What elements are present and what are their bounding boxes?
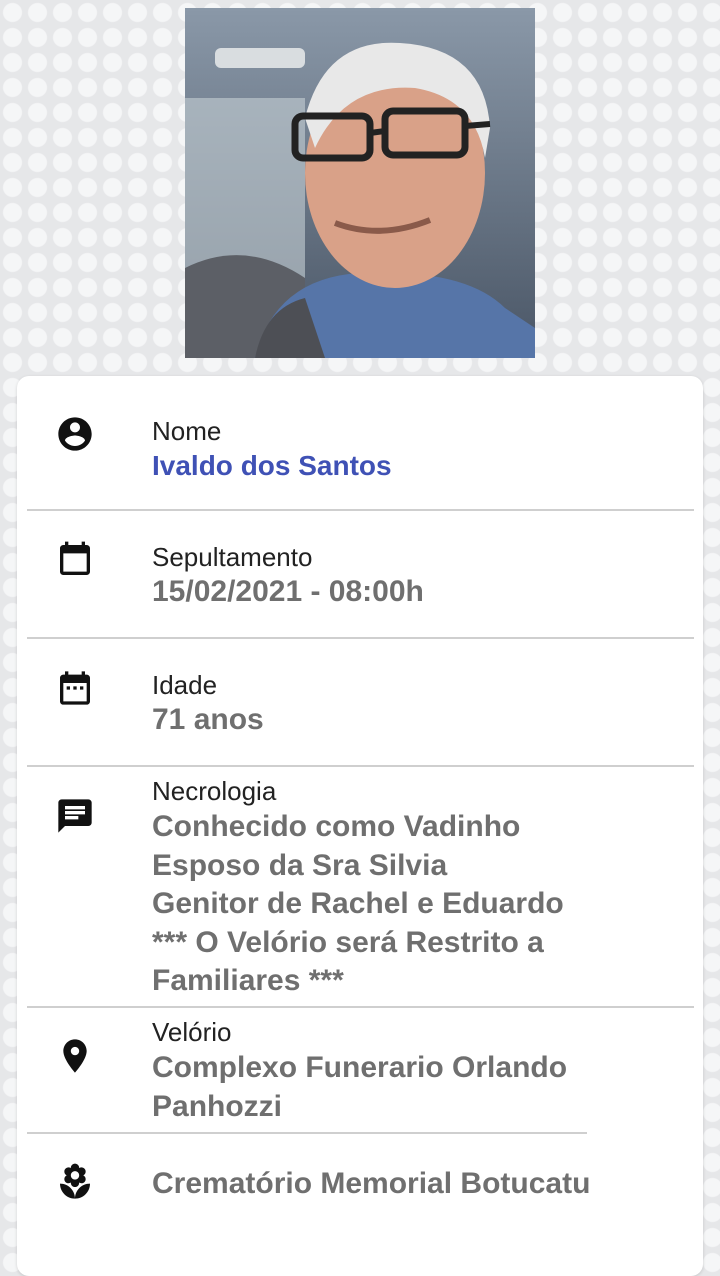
flower-icon: [55, 1162, 95, 1202]
nome-label: Nome: [152, 416, 222, 446]
calendar-icon: [55, 540, 95, 580]
calendar-dots-icon: [55, 668, 95, 708]
crematorio-value: Crematório Memorial Botucatu: [152, 1167, 591, 1200]
divider: [27, 637, 694, 639]
sepultamento-label: Sepultamento: [152, 542, 313, 572]
profile-photo: [185, 8, 535, 358]
divider: [27, 509, 694, 511]
idade-label: Idade: [152, 670, 218, 700]
divider: [27, 1132, 587, 1134]
message-icon: [55, 796, 95, 836]
velorio-value: Complexo Funerario Orlando Panhozzi: [152, 1051, 568, 1123]
velorio-label: Velório: [152, 1017, 232, 1047]
idade-value: 71 anos: [152, 703, 264, 736]
necrologia-value: Conhecido como Vadinho Esposo da Sra Sil…: [152, 810, 564, 997]
nome-value: Ivaldo dos Santos: [152, 450, 392, 481]
necrologia-label: Necrologia: [152, 776, 277, 806]
divider: [27, 765, 694, 767]
profile-photo-image: [185, 8, 535, 358]
map-pin-icon: [55, 1036, 95, 1076]
obituary-card: Nome Ivaldo dos Santos Sepultamento 15/0…: [17, 376, 703, 1276]
account-circle-icon: [55, 414, 95, 454]
sepultamento-value: 15/02/2021 - 08:00h: [152, 575, 424, 608]
divider: [27, 1006, 694, 1008]
